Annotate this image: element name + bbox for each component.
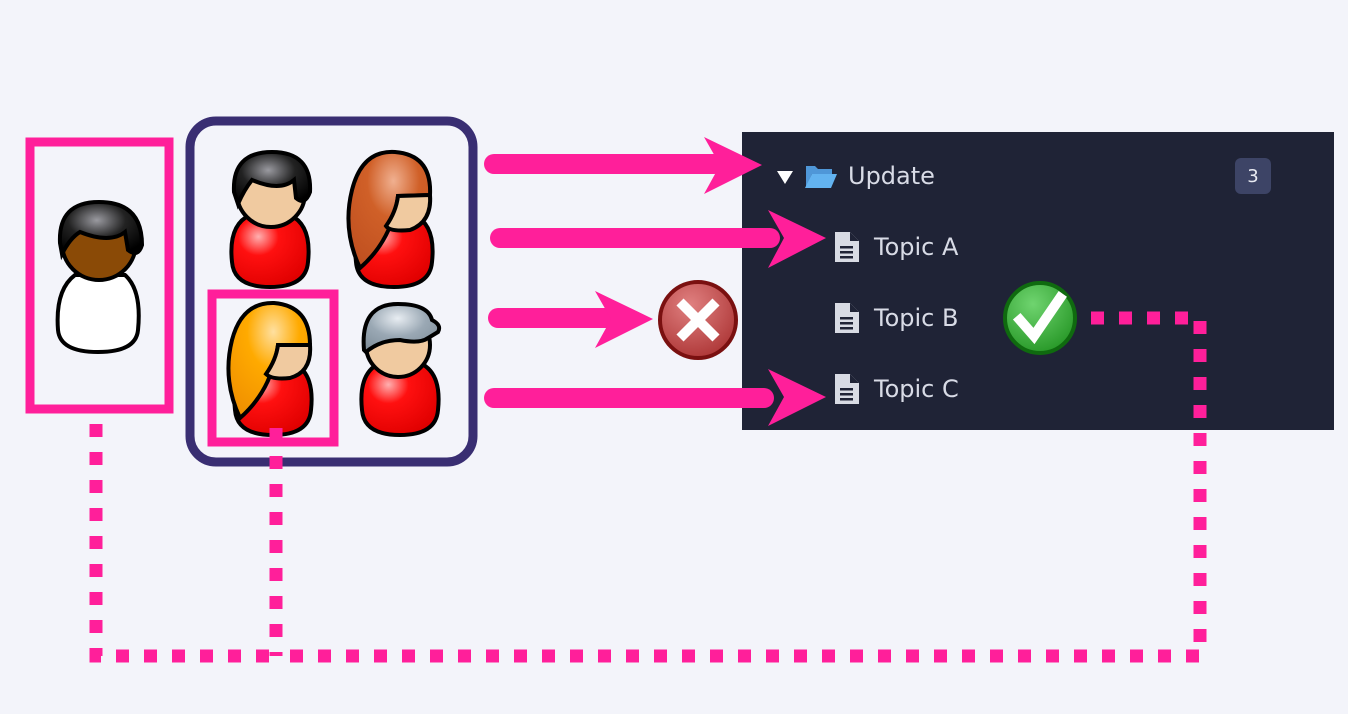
user-icon-single xyxy=(55,199,145,355)
arrow-to-folder xyxy=(484,137,762,194)
user-icon-member-2 xyxy=(346,149,435,290)
arrows xyxy=(484,137,826,426)
user-icon-member-3 xyxy=(226,300,314,438)
arrow-to-topic-c xyxy=(484,369,826,426)
arrow-to-denied xyxy=(488,291,653,348)
user-icon-member-1 xyxy=(229,149,313,290)
arrow-to-topic-a xyxy=(490,210,826,268)
check-circle-icon xyxy=(1003,281,1077,355)
x-circle-icon xyxy=(658,280,738,360)
user-icon-member-4 xyxy=(359,301,442,438)
diagram-overlay xyxy=(25,116,1207,663)
